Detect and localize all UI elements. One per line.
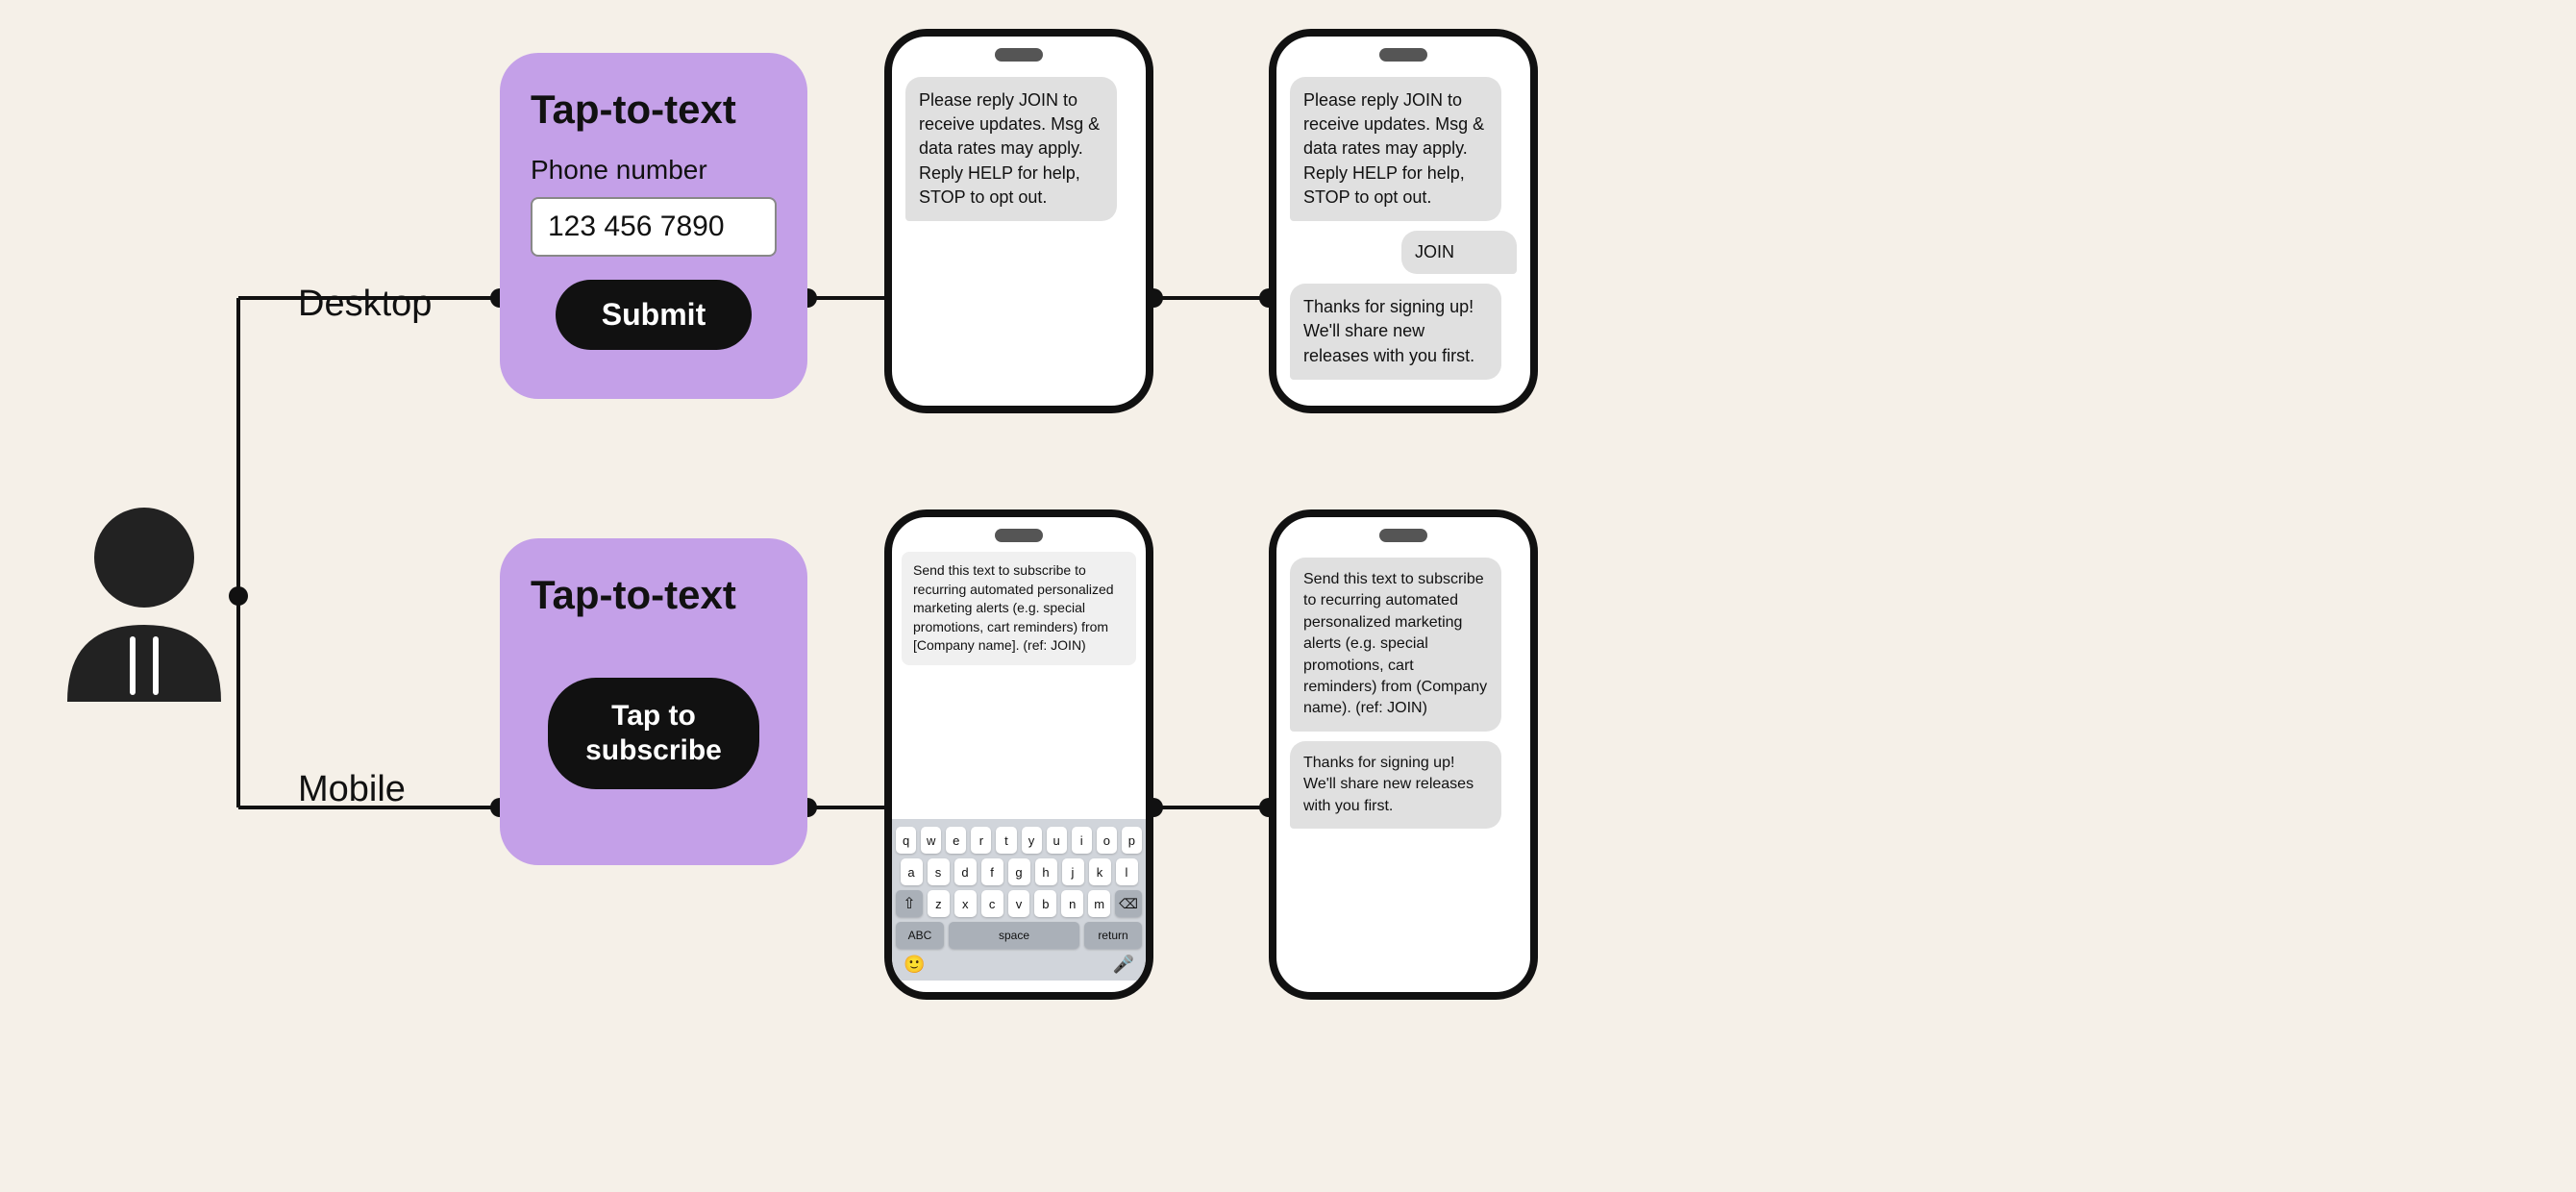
sms-received-d2: Please reply JOIN to receive updates. Ms… (1290, 77, 1501, 221)
phone-content-m1: Send this text to subscribe to recurring… (892, 542, 1146, 981)
sms-received-d1: Please reply JOIN to receive updates. Ms… (905, 77, 1117, 221)
main-container: Desktop Mobile Tap-to-text Phone number … (0, 0, 2576, 1192)
key-f[interactable]: f (981, 858, 1003, 885)
key-i[interactable]: i (1072, 827, 1092, 854)
phone-notch-d2 (1379, 48, 1427, 62)
key-h[interactable]: h (1035, 858, 1057, 885)
key-w[interactable]: w (921, 827, 941, 854)
key-u[interactable]: u (1047, 827, 1067, 854)
phone-desktop-2: Please reply JOIN to receive updates. Ms… (1269, 29, 1538, 413)
tap-card-mobile-title: Tap-to-text (531, 573, 736, 617)
phone-content-d2: Please reply JOIN to receive updates. Ms… (1276, 62, 1530, 394)
phone-input[interactable] (531, 197, 777, 257)
emoji-icon[interactable]: 🙂 (904, 955, 925, 975)
user-avatar (58, 490, 231, 702)
key-backspace[interactable]: ⌫ (1115, 890, 1142, 917)
submit-button[interactable]: Submit (556, 280, 752, 350)
label-desktop: Desktop (298, 284, 432, 325)
key-t[interactable]: t (996, 827, 1016, 854)
tap-card-desktop-title: Tap-to-text (531, 87, 736, 132)
prefill-message: Send this text to subscribe to recurring… (902, 552, 1136, 665)
sms-response-m2: Thanks for signing up! We'll share new r… (1290, 741, 1501, 829)
keyboard-row-3: ⇧ z x c v b n m ⌫ (896, 890, 1142, 917)
key-j[interactable]: j (1062, 858, 1084, 885)
phone-content-d1: Please reply JOIN to receive updates. Ms… (892, 62, 1146, 394)
key-space[interactable]: space (949, 922, 1079, 949)
keyboard-row-2: a s d f g h j k l (896, 858, 1142, 885)
key-a[interactable]: a (901, 858, 923, 885)
key-shift[interactable]: ⇧ (896, 890, 923, 917)
sms-sent-d2: JOIN (1401, 231, 1517, 274)
key-p[interactable]: p (1122, 827, 1142, 854)
phone-label: Phone number (531, 155, 707, 186)
key-m[interactable]: m (1088, 890, 1110, 917)
key-d[interactable]: d (954, 858, 977, 885)
phone-notch-m1 (995, 529, 1043, 542)
tap-card-desktop: Tap-to-text Phone number Submit (500, 53, 807, 399)
key-n[interactable]: n (1061, 890, 1083, 917)
tap-card-mobile: Tap-to-text Tap tosubscribe (500, 538, 807, 865)
keyboard-row-1: q w e r t y u i o p (896, 827, 1142, 854)
phone-mobile-1: Send this text to subscribe to recurring… (884, 509, 1153, 1000)
key-o[interactable]: o (1097, 827, 1117, 854)
tap-subscribe-button[interactable]: Tap tosubscribe (548, 678, 759, 789)
key-b[interactable]: b (1034, 890, 1056, 917)
key-return[interactable]: return (1084, 922, 1142, 949)
key-r[interactable]: r (971, 827, 991, 854)
label-mobile: Mobile (298, 769, 406, 810)
key-s[interactable]: s (928, 858, 950, 885)
key-l[interactable]: l (1116, 858, 1138, 885)
phone-desktop-1: Please reply JOIN to receive updates. Ms… (884, 29, 1153, 413)
mic-icon[interactable]: 🎤 (1113, 955, 1134, 975)
phone-content-m2: Send this text to subscribe to recurring… (1276, 542, 1530, 981)
key-z[interactable]: z (928, 890, 950, 917)
key-abc[interactable]: ABC (896, 922, 944, 949)
phone-mobile-2: Send this text to subscribe to recurring… (1269, 509, 1538, 1000)
key-v[interactable]: v (1008, 890, 1030, 917)
key-e[interactable]: e (946, 827, 966, 854)
keyboard-bottom: ABC space return (896, 922, 1142, 949)
keyboard-mockup: q w e r t y u i o p a s d f g h (892, 819, 1146, 981)
key-g[interactable]: g (1008, 858, 1030, 885)
sms-received-m2: Send this text to subscribe to recurring… (1290, 558, 1501, 732)
avatar-icon (58, 490, 231, 702)
key-c[interactable]: c (981, 890, 1003, 917)
sms-response-d2: Thanks for signing up! We'll share new r… (1290, 284, 1501, 380)
emoji-bar: 🙂 🎤 (896, 953, 1142, 977)
phone-notch-d1 (995, 48, 1043, 62)
key-x[interactable]: x (954, 890, 977, 917)
key-k[interactable]: k (1089, 858, 1111, 885)
key-q[interactable]: q (896, 827, 916, 854)
key-y[interactable]: y (1022, 827, 1042, 854)
phone-notch-m2 (1379, 529, 1427, 542)
